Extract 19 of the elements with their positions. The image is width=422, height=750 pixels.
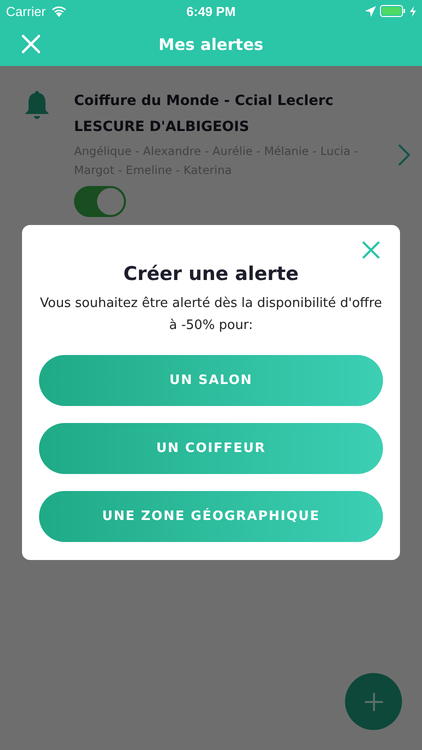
salon-location: LESCURE D'ALBIGEOIS: [74, 118, 250, 137]
dialog-message: Vous souhaitez être alerté dès la disponibilité d'offre à -50% pour:: [39, 295, 383, 335]
option-button[interactable]: UNE ZONE GÉOGRAPHIQUE: [39, 491, 383, 542]
charging-bolt-icon: [410, 6, 416, 16]
status-time: 6:49 PM: [185, 4, 237, 18]
screen-title: Mes alertes: [158, 34, 264, 54]
alert-toggle[interactable]: [74, 186, 126, 217]
location-arrow-icon: [365, 6, 376, 16]
option-button[interactable]: UN SALON: [39, 355, 383, 406]
wifi-icon: [50, 5, 67, 17]
carrier-name: Carrier: [6, 4, 46, 18]
option-button[interactable]: UN COIFFEUR: [39, 423, 383, 474]
close-icon[interactable]: [362, 241, 380, 259]
dialog-title: Créer une alerte: [123, 263, 299, 285]
salon-name: Coiffure du Monde - Ccial Leclerc: [74, 92, 334, 111]
battery-icon: [380, 5, 406, 17]
bell-icon: [24, 90, 50, 120]
chevron-right-icon[interactable]: [398, 144, 410, 166]
plus-icon: [364, 692, 382, 710]
